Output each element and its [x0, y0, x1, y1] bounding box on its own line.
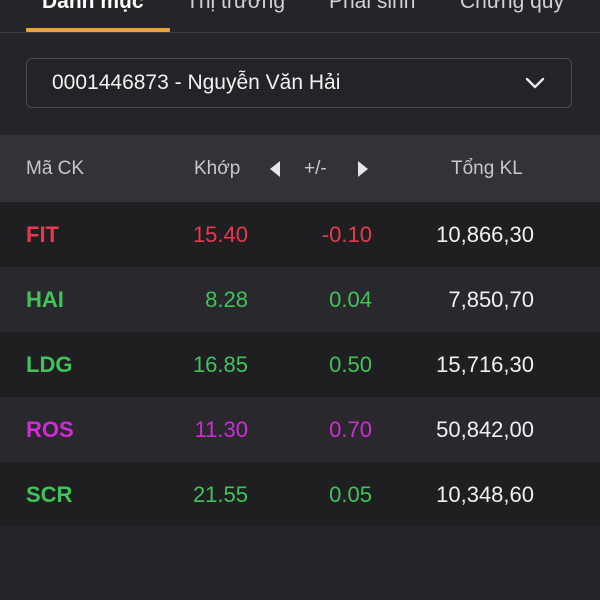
- row-volume: 50,842,00: [436, 417, 534, 442]
- row-volume: 7,850,70: [448, 287, 534, 312]
- table-row[interactable]: SCR 21.55 0.05 10,348,60: [0, 462, 600, 527]
- row-change: -0.10: [321, 222, 372, 247]
- tab-chung-quy[interactable]: Chứng quỹ: [460, 0, 564, 16]
- tab-phai-sinh[interactable]: Phái sinh: [329, 0, 415, 16]
- account-selected-value: 0001446873 - Nguyễn Văn Hải: [52, 71, 341, 94]
- row-price: 21.55: [192, 482, 248, 507]
- row-volume: 15,716,30: [436, 352, 534, 377]
- header-change: +/-: [304, 158, 327, 179]
- active-tab-indicator: [26, 28, 170, 32]
- chevron-down-icon: [525, 77, 545, 89]
- table-row[interactable]: ROS 11.30 0.70 50,842,00: [0, 397, 600, 462]
- tab-bar: Danh mục Thị trường Phái sinh Chứng quỹ: [0, 0, 600, 33]
- tab-danh-muc[interactable]: Danh mục: [42, 0, 144, 16]
- row-price: 16.85: [192, 352, 248, 377]
- account-dropdown[interactable]: 0001446873 - Nguyễn Văn Hải: [26, 58, 572, 108]
- header-volume: Tổng KL: [451, 158, 523, 179]
- caret-right-icon[interactable]: [356, 159, 370, 179]
- row-price: 11.30: [194, 417, 248, 442]
- row-volume: 10,866,30: [436, 222, 534, 247]
- header-symbol: Mã CK: [26, 158, 85, 179]
- row-volume: 10,348,60: [436, 482, 534, 507]
- table-header: Mã CK Khớp +/- Tổng KL: [0, 135, 600, 202]
- row-symbol: HAI: [26, 287, 64, 312]
- row-symbol: FIT: [26, 222, 59, 247]
- table-row[interactable]: FIT 15.40 -0.10 10,866,30: [0, 202, 600, 267]
- caret-left-icon[interactable]: [268, 159, 282, 179]
- row-symbol: LDG: [26, 352, 73, 377]
- row-symbol: SCR: [26, 482, 73, 507]
- row-change: 0.70: [329, 417, 372, 442]
- row-price: 8.28: [205, 287, 248, 312]
- row-symbol: ROS: [26, 417, 74, 442]
- row-price: 15.40: [192, 222, 248, 247]
- stock-list: FIT 15.40 -0.10 10,866,30 HAI 8.28 0.04 …: [0, 202, 600, 527]
- table-row[interactable]: LDG 16.85 0.50 15,716,30: [0, 332, 600, 397]
- header-match: Khớp: [194, 158, 241, 179]
- row-change: 0.04: [329, 287, 372, 312]
- row-change: 0.50: [329, 352, 372, 377]
- table-row[interactable]: HAI 8.28 0.04 7,850,70: [0, 267, 600, 332]
- tab-thi-truong[interactable]: Thị trường: [186, 0, 285, 16]
- row-change: 0.05: [329, 482, 372, 507]
